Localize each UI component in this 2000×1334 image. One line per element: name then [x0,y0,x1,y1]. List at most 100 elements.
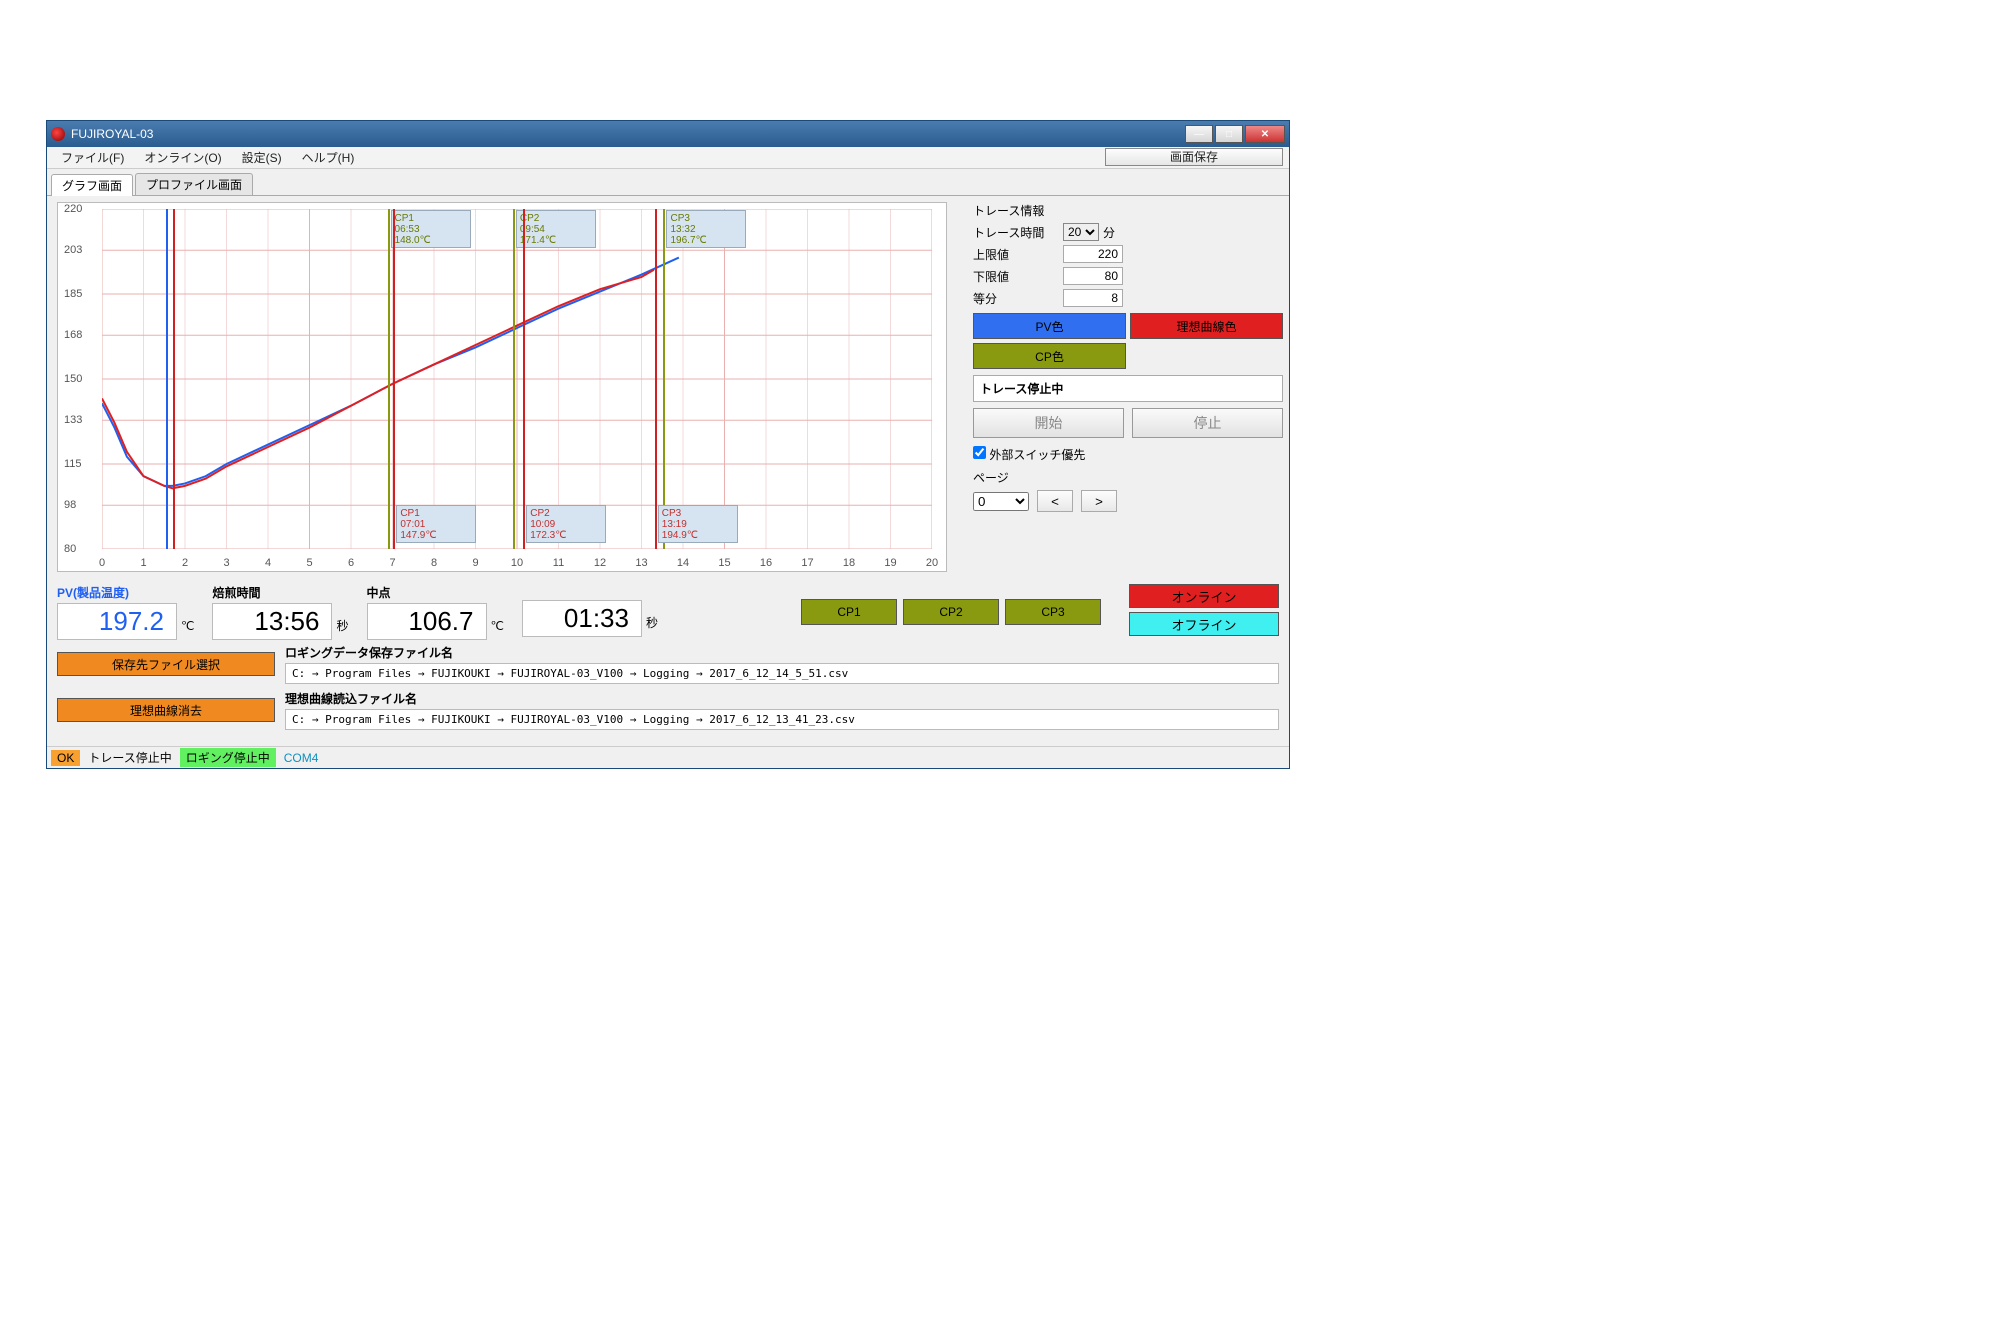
page-label: ページ [973,469,1283,486]
pv-label: PV(製品温度) [57,584,194,601]
roast-label: 焙煎時間 [212,584,348,601]
cp3-button[interactable]: CP3 [1005,599,1101,625]
page-prev-button[interactable]: < [1037,490,1073,512]
close-button[interactable]: ✕ [1245,125,1285,143]
div-label: 等分 [973,290,1063,307]
status-trace: トレース停止中 [82,748,177,767]
x-tick: 7 [389,557,395,569]
tab-graph[interactable]: グラフ画面 [51,174,133,196]
trace-heading: トレース情報 [973,202,1283,219]
menu-help[interactable]: ヘルプ(H) [292,147,365,168]
ideal-color-button[interactable]: 理想曲線色 [1130,313,1283,339]
logging-file-path: C: → Program Files → FUJIKOUKI → FUJIROY… [285,663,1279,684]
minimize-button[interactable]: — [1185,125,1213,143]
x-tick: 20 [926,557,938,569]
stop-button[interactable]: 停止 [1132,408,1283,438]
tab-bar: グラフ画面 プロファイル画面 [47,169,1289,196]
menu-settings[interactable]: 設定(S) [232,147,292,168]
menu-online[interactable]: オンライン(O) [134,147,231,168]
mid-unit: ℃ [491,619,504,633]
y-tick: 185 [64,288,82,300]
pv-unit: ℃ [181,619,194,633]
online-button[interactable]: オンライン [1129,584,1279,608]
screen-save-button[interactable]: 画面保存 [1105,148,1283,166]
chart-marker-line [173,209,175,549]
page-select[interactable]: 0 [973,492,1029,511]
statusbar: OK トレース停止中 ロギング停止中 COM4 [47,746,1289,768]
cp-annotation: CP313:32196.7℃ [666,210,746,248]
y-tick: 98 [64,499,76,511]
cp-annotation: CP106:53148.0℃ [391,210,471,248]
div-value[interactable]: 8 [1063,289,1123,307]
y-tick: 150 [64,373,82,385]
cp-annotation: CP107:01147.9℃ [396,505,476,543]
status-com: COM4 [278,750,325,766]
start-button[interactable]: 開始 [973,408,1124,438]
chart-marker-line [523,209,525,549]
content: CP106:53148.0℃ CP209:54171.4℃ CP313:32196.… [47,196,1289,578]
cp1-button[interactable]: CP1 [801,599,897,625]
lower-label: 下限値 [973,268,1063,285]
x-tick: 3 [223,557,229,569]
cp-annotation: CP313:19194.9℃ [658,505,738,543]
chart-marker-line [655,209,657,549]
chart-marker-line [513,209,515,549]
x-tick: 12 [594,557,606,569]
status-logging: ロギング停止中 [180,748,276,767]
offline-button[interactable]: オフライン [1129,612,1279,636]
trace-time-label: トレース時間 [973,224,1063,241]
x-tick: 11 [553,557,564,569]
x-tick: 0 [99,557,105,569]
x-tick: 5 [306,557,312,569]
ideal-file-label: 理想曲線読込ファイル名 [285,690,1279,707]
x-tick: 1 [140,557,146,569]
roast-unit: 秒 [336,617,348,634]
app-icon [51,127,65,141]
chart-wrap: CP106:53148.0℃ CP209:54171.4℃ CP313:32196.… [53,202,965,572]
status-ok: OK [51,750,80,766]
menubar: ファイル(F) オンライン(O) 設定(S) ヘルプ(H) 画面保存 [47,147,1289,169]
titlebar: FUJIROYAL-03 — □ ✕ [47,121,1289,147]
maximize-button[interactable]: □ [1215,125,1243,143]
y-tick: 203 [64,244,82,256]
y-tick: 168 [64,329,82,341]
upper-value[interactable]: 220 [1063,245,1123,263]
x-tick: 19 [884,557,896,569]
menu-file[interactable]: ファイル(F) [51,147,134,168]
file-rows: 保存先ファイル選択 ロギングデータ保存ファイル名 C: → Program Fi… [47,640,1289,746]
page-next-button[interactable]: > [1081,490,1117,512]
app-window: FUJIROYAL-03 — □ ✕ ファイル(F) オンライン(O) 設定(S… [46,120,1290,769]
mid-label: 中点 [367,584,504,601]
cp-annotation: CP209:54171.4℃ [516,210,596,248]
lower-value[interactable]: 80 [1063,267,1123,285]
roast-value: 13:56 [212,603,332,640]
tab-profile[interactable]: プロファイル画面 [135,173,253,195]
x-tick: 4 [265,557,271,569]
y-tick: 133 [64,414,82,426]
cp2-button[interactable]: CP2 [903,599,999,625]
x-tick: 6 [348,557,354,569]
x-tick: 16 [760,557,772,569]
upper-label: 上限値 [973,246,1063,263]
trace-time-select[interactable]: 20 [1063,223,1099,241]
save-dest-button[interactable]: 保存先ファイル選択 [57,652,275,676]
cp-annotation: CP210:09172.3℃ [526,505,606,543]
y-tick: 115 [64,458,82,470]
cp-color-button[interactable]: CP色 [973,343,1126,369]
pv-color-button[interactable]: PV色 [973,313,1126,339]
logging-file-label: ロギングデータ保存ファイル名 [285,644,1279,661]
x-tick: 17 [801,557,813,569]
chart-marker-line [663,209,665,549]
chart-marker-line [393,209,395,549]
chart-marker-line [166,209,168,549]
trace-panel: トレース情報 トレース時間 20 分 上限値 220 下限値 80 等分 8 P… [973,202,1283,572]
x-tick: 10 [511,557,523,569]
mid-time-value: 01:33 [522,600,642,637]
x-tick: 15 [718,557,730,569]
ideal-file-path: C: → Program Files → FUJIKOUKI → FUJIROY… [285,709,1279,730]
ext-switch-checkbox[interactable] [973,446,986,459]
mid-time-unit: 秒 [646,614,658,631]
ideal-clear-button[interactable]: 理想曲線消去 [57,698,275,722]
chart-area: CP106:53148.0℃ CP209:54171.4℃ CP313:32196.… [57,202,947,572]
pv-value: 197.2 [57,603,177,640]
